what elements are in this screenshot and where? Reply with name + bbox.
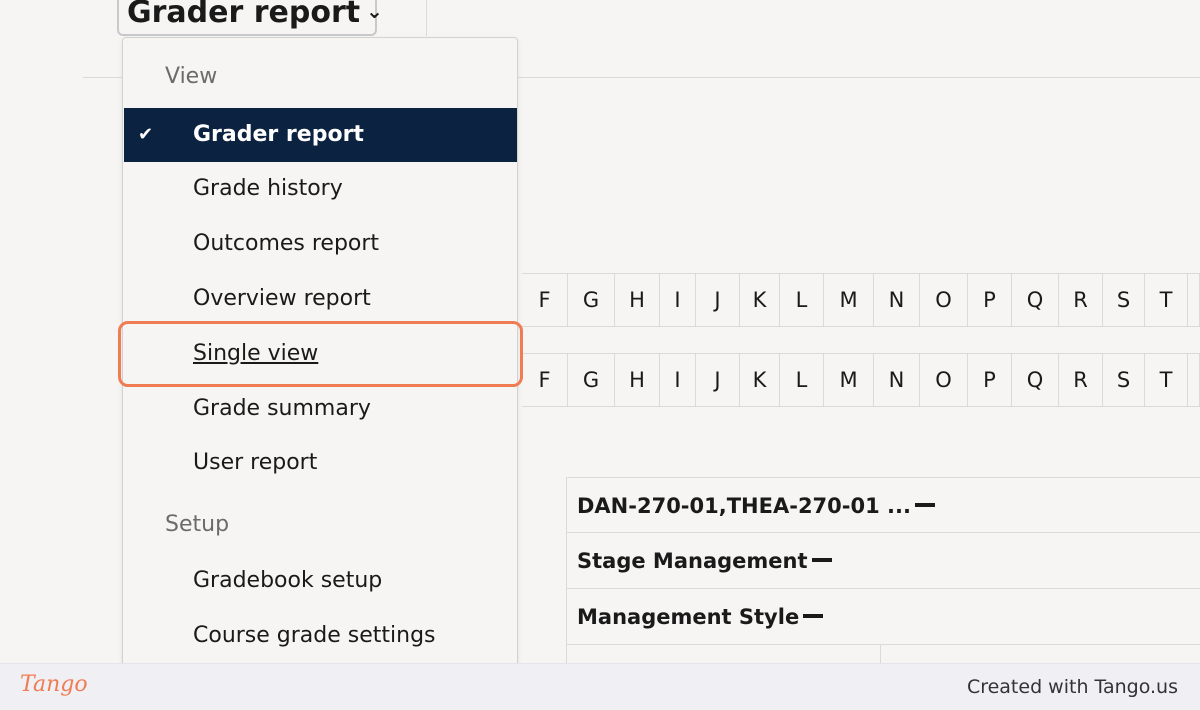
initial-letter-l[interactable]: L	[780, 274, 824, 326]
category-label: Stage Management	[577, 549, 808, 573]
menu-item-label: Course grade settings	[193, 623, 436, 648]
menu-item-label: Grader report	[193, 122, 364, 147]
initial-filter-firstname: FGHIJKLMNOPQRST	[522, 273, 1200, 327]
menu-item-grade-summary[interactable]: Grade summary	[124, 382, 517, 436]
category-header-stage-management: Stage Management	[567, 533, 1200, 589]
menu-section-header-view: View	[165, 64, 218, 89]
initial-letter-h[interactable]: H	[615, 354, 660, 406]
initial-letter-f[interactable]: F	[522, 274, 568, 326]
menu-item-outcomes-report[interactable]: Outcomes report	[124, 217, 517, 271]
collapse-icon[interactable]	[811, 558, 832, 562]
report-selector-value: Grader report	[127, 0, 361, 30]
initial-letter-j[interactable]: J	[696, 274, 740, 326]
initial-letter-o[interactable]: O	[920, 354, 968, 406]
initial-letter-s[interactable]: S	[1103, 354, 1145, 406]
tango-footer: Tango Created with Tango.us	[0, 663, 1200, 710]
initial-letter-r[interactable]: R	[1059, 274, 1103, 326]
initial-letter-h[interactable]: H	[615, 274, 660, 326]
initial-letter-i[interactable]: I	[660, 354, 696, 406]
initial-letter-o[interactable]: O	[920, 274, 968, 326]
initial-letter-r[interactable]: R	[1059, 354, 1103, 406]
initial-letter-n[interactable]: N	[874, 354, 920, 406]
divider	[426, 0, 427, 36]
menu-item-grade-history[interactable]: Grade history	[124, 162, 517, 216]
menu-item-user-report[interactable]: User report	[124, 436, 517, 490]
initial-letter-p[interactable]: P	[968, 274, 1012, 326]
initial-letter-m[interactable]: M	[824, 354, 874, 406]
initial-letter-m[interactable]: M	[824, 274, 874, 326]
initial-letter-g[interactable]: G	[568, 354, 615, 406]
menu-section-header-setup: Setup	[165, 512, 230, 537]
initial-letter-s[interactable]: S	[1103, 274, 1145, 326]
initial-letter-i[interactable]: I	[660, 274, 696, 326]
category-label: DAN-270-01,THEA-270-01 ...	[577, 494, 911, 518]
collapse-icon[interactable]	[914, 503, 935, 507]
menu-item-overview-report[interactable]: Overview report	[124, 272, 517, 326]
category-label: Management Style	[577, 605, 800, 629]
chevron-down-icon: ⌄	[366, 0, 383, 23]
menu-item-label: Grade summary	[193, 396, 371, 421]
checkmark-icon: ✔	[138, 124, 154, 145]
initial-letter-p[interactable]: P	[968, 354, 1012, 406]
menu-item-label: User report	[193, 450, 318, 475]
menu-item-grader-report[interactable]: ✔ Grader report	[124, 108, 517, 162]
initial-letter-q[interactable]: Q	[1012, 354, 1059, 406]
initial-filter-lastname: FGHIJKLMNOPQRST	[522, 353, 1200, 407]
initial-letter-g[interactable]: G	[568, 274, 615, 326]
divider	[880, 645, 881, 663]
category-header-management-style: Management Style	[567, 589, 1200, 645]
menu-item-label: Overview report	[193, 286, 371, 311]
initial-letter-l[interactable]: L	[780, 354, 824, 406]
grader-table: DAN-270-01,THEA-270-01 ... Stage Managem…	[522, 477, 1200, 663]
initial-letter-j[interactable]: J	[696, 354, 740, 406]
menu-item-gradebook-setup[interactable]: Gradebook setup	[124, 554, 517, 608]
gradebook-page: Grader report ⌄ FGHIJKLMNOPQRST FGHIJKLMN…	[0, 0, 1200, 663]
menu-item-label: Outcomes report	[193, 231, 380, 256]
initial-letter-f[interactable]: F	[522, 354, 568, 406]
initial-letter-k[interactable]: K	[740, 274, 780, 326]
initial-letter-t[interactable]: T	[1145, 354, 1188, 406]
initial-letter-k[interactable]: K	[740, 354, 780, 406]
click-highlight	[118, 321, 523, 387]
initial-letter-t[interactable]: T	[1145, 274, 1188, 326]
menu-item-label: Grade history	[193, 176, 343, 201]
category-header-course: DAN-270-01,THEA-270-01 ...	[567, 477, 1200, 533]
tango-logo: Tango	[20, 672, 88, 697]
initial-letter-partial	[1188, 274, 1200, 326]
menu-item-label: Gradebook setup	[193, 568, 383, 593]
initial-letter-partial	[1188, 354, 1200, 406]
report-selector[interactable]: Grader report ⌄	[117, 0, 383, 36]
initial-letter-n[interactable]: N	[874, 274, 920, 326]
initial-letter-q[interactable]: Q	[1012, 274, 1059, 326]
menu-item-course-grade-settings[interactable]: Course grade settings	[124, 609, 517, 663]
created-with-text: Created with Tango.us	[966, 676, 1178, 698]
collapse-icon[interactable]	[803, 614, 824, 618]
